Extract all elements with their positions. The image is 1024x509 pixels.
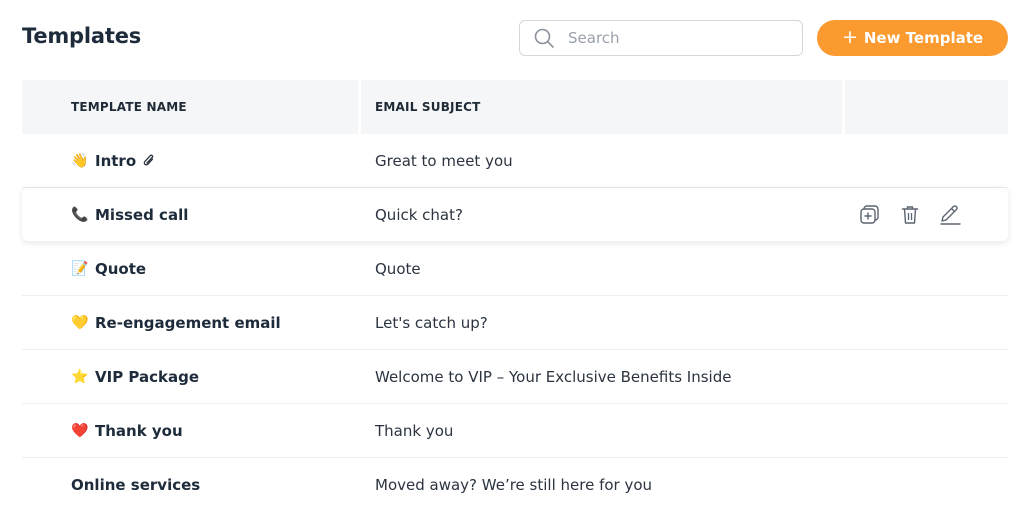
table-row[interactable]: 📞 Missed call Quick chat? bbox=[22, 188, 1008, 242]
template-name: Missed call bbox=[95, 205, 189, 224]
template-name: VIP Package bbox=[95, 367, 200, 386]
template-name: Online services bbox=[71, 476, 201, 494]
yellow-heart-icon: 💛 bbox=[71, 314, 89, 331]
new-template-label: New Template bbox=[863, 29, 984, 47]
waving-hand-icon: 👋 bbox=[71, 152, 89, 169]
email-subject-cell: Great to meet you bbox=[375, 151, 513, 170]
memo-icon: 📝 bbox=[71, 260, 89, 277]
red-heart-icon: ❤️ bbox=[71, 422, 89, 439]
template-name: Re-engagement email bbox=[95, 313, 281, 332]
table-row[interactable]: 📝 Quote Quote bbox=[22, 242, 1008, 296]
email-subject-cell: Thank you bbox=[375, 421, 454, 440]
paperclip-icon bbox=[142, 153, 156, 169]
template-name-cell: ❤️ Thank you bbox=[22, 422, 361, 440]
column-header-template-name[interactable]: TEMPLATE NAME bbox=[22, 80, 358, 134]
template-name-cell: 📞 Missed call bbox=[22, 206, 361, 224]
table-row[interactable]: ❤️ Thank you Thank you bbox=[22, 404, 1008, 458]
duplicate-icon[interactable] bbox=[858, 203, 882, 227]
table-row[interactable]: Online services Moved away? We’re still … bbox=[22, 458, 1008, 509]
table-row[interactable]: ⭐ VIP Package Welcome to VIP – Your Excl… bbox=[22, 350, 1008, 404]
search-box[interactable] bbox=[519, 20, 803, 56]
templates-table: TEMPLATE NAME EMAIL SUBJECT 👋 Intro Grea… bbox=[22, 80, 1008, 509]
column-header-email-subject[interactable]: EMAIL SUBJECT bbox=[361, 80, 842, 134]
search-icon bbox=[520, 21, 568, 55]
trash-icon[interactable] bbox=[898, 203, 922, 227]
column-header-actions bbox=[845, 80, 1008, 134]
template-name-cell: 💛 Re-engagement email bbox=[22, 314, 361, 332]
email-subject-cell: Let's catch up? bbox=[375, 313, 488, 332]
email-subject-cell: Quick chat? bbox=[375, 205, 463, 224]
page-title: Templates bbox=[22, 24, 142, 48]
template-name-cell: ⭐ VIP Package bbox=[22, 368, 361, 386]
email-subject-cell: Moved away? We’re still here for you bbox=[375, 476, 653, 494]
table-row[interactable]: 💛 Re-engagement email Let's catch up? bbox=[22, 296, 1008, 350]
star-icon: ⭐ bbox=[71, 368, 89, 385]
search-input[interactable] bbox=[568, 22, 788, 54]
phone-icon: 📞 bbox=[71, 206, 89, 223]
table-header: TEMPLATE NAME EMAIL SUBJECT bbox=[22, 80, 1008, 134]
plus-icon: + bbox=[841, 25, 858, 48]
template-name-cell: Online services bbox=[22, 476, 361, 494]
template-name: Intro bbox=[95, 151, 137, 170]
edit-icon[interactable] bbox=[938, 203, 962, 227]
new-template-button[interactable]: + New Template bbox=[817, 20, 1008, 56]
template-name-cell: 👋 Intro bbox=[22, 152, 361, 170]
template-name: Thank you bbox=[95, 421, 183, 440]
template-name: Quote bbox=[95, 259, 147, 278]
row-actions bbox=[842, 203, 1008, 227]
template-name-cell: 📝 Quote bbox=[22, 260, 361, 278]
email-subject-cell: Quote bbox=[375, 259, 421, 278]
table-row[interactable]: 👋 Intro Great to meet you bbox=[22, 134, 1008, 188]
templates-page: Templates + New Template TEMPLATE NAME E… bbox=[0, 0, 1024, 509]
email-subject-cell: Welcome to VIP – Your Exclusive Benefits… bbox=[375, 367, 732, 386]
